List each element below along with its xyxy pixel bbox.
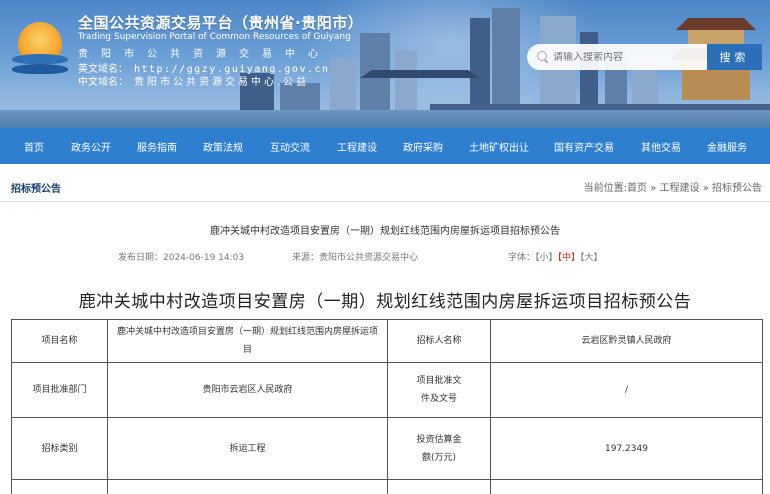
nav-item-gov-affairs[interactable]: 政务公开 (71, 139, 111, 154)
site-domain-cn: 中文域名： 贵阳市公共资源交易中心.公益 (78, 73, 309, 88)
site-logo[interactable] (10, 20, 70, 80)
nav-item-procurement[interactable]: 政府采购 (403, 139, 443, 154)
nav-item-service-guide[interactable]: 服务指南 (137, 139, 177, 154)
search-box (527, 44, 709, 70)
info-table: 项目名称 鹿冲关城中村改造项目安置房（一期）规划红线范围内房屋拆运项目 招标人名… (11, 319, 763, 494)
font-small-button[interactable]: 【小】 (535, 253, 558, 263)
table-cell-empty (490, 479, 763, 494)
table-cell-label: 投资估算金额(万元) (387, 417, 491, 480)
site-subtitle-en: Trading Supervision Portal of Common Res… (78, 32, 351, 42)
banner-water (0, 110, 770, 128)
font-size-selector: 字体：【小】【中】【大】 (508, 250, 603, 263)
font-medium-button[interactable]: 【中】 (558, 253, 581, 263)
table-row: 项目名称 鹿冲关城中村改造项目安置房（一期）规划红线范围内房屋拆运项目 招标人名… (11, 319, 763, 363)
nav-item-home[interactable]: 首页 (24, 139, 44, 154)
page-title: 鹿冲关城中村改造项目安置房（一期）规划红线范围内房屋拆运项目招标预公告 (78, 292, 692, 312)
table-cell-value: 197.2349 (490, 417, 763, 480)
site-org-name: 贵阳市公共资源交易中心 (78, 49, 331, 60)
pavilion-roof (676, 18, 756, 30)
domain-cn-label: 中文域名： (78, 77, 128, 88)
table-cell-label: 项目批准部门 (11, 362, 108, 418)
nav-item-finance[interactable]: 金融服务 (707, 139, 747, 154)
table-cell-value: 云岩区黔灵镇人民政府 (490, 319, 763, 363)
font-large-button[interactable]: 【大】 (580, 253, 603, 263)
table-cell-value: 贵阳市云岩区人民政府 (107, 362, 388, 418)
breadcrumb-bar: 招标预公告 当前位置:首页 » 工程建设 » 招标预公告 (0, 164, 770, 202)
search-button[interactable]: 搜索 (707, 44, 762, 70)
header-banner: 全国公共资源交易平台（贵州省·贵阳市） Trading Supervision … (0, 0, 770, 128)
table-cell-empty (387, 479, 491, 494)
banner-pagoda-roof (360, 70, 480, 78)
breadcrumb[interactable]: 当前位置:首页 » 工程建设 » 招标预公告 (584, 179, 762, 194)
table-cell-label: 项目名称 (11, 319, 108, 363)
main-nav: 首页 政务公开 服务指南 政策法规 互动交流 工程建设 政府采购 土地矿权出让 … (0, 128, 770, 164)
article-title: 鹿冲关城中村改造项目安置房（一期）规划红线范围内房屋拆运项目招标预公告 (210, 226, 560, 237)
nav-item-policy[interactable]: 政策法规 (203, 139, 243, 154)
logo-wave-icon (12, 54, 68, 64)
nav-item-interaction[interactable]: 互动交流 (270, 139, 310, 154)
logo-wave-icon (12, 64, 68, 74)
table-row: 项目批准部门 贵阳市云岩区人民政府 项目批准文件及文号 / (11, 362, 763, 418)
nav-item-state-assets[interactable]: 国有资产交易 (554, 139, 614, 154)
domain-cn-value: 贵阳市公共资源交易中心.公益 (134, 77, 310, 88)
nav-item-land-mining[interactable]: 土地矿权出让 (469, 139, 529, 154)
table-row: 招标类别 拆运工程 投资估算金额(万元) 197.2349 (11, 417, 763, 480)
article-source: 来源：贵阳市公共资源交易中心 (292, 253, 419, 263)
table-cell-label: 项目批准文件及文号 (387, 362, 491, 418)
table-cell-empty (11, 479, 108, 494)
table-cell-label: 招标类别 (11, 417, 108, 480)
table-cell-empty (107, 479, 388, 494)
search-input[interactable] (553, 51, 703, 63)
table-cell-value: / (490, 362, 763, 418)
search-icon (537, 51, 549, 63)
table-cell-label: 招标人名称 (387, 319, 491, 363)
section-title: 招标预公告 (11, 184, 61, 195)
site-title: 全国公共资源交易平台（贵州省·贵阳市） (78, 14, 364, 32)
table-row (11, 479, 763, 494)
font-size-label: 字体： (508, 253, 536, 263)
table-cell-value: 拆运工程 (107, 417, 388, 480)
publish-date: 发布日期：2024-06-19 14:03 (118, 253, 245, 263)
table-cell-value: 鹿冲关城中村改造项目安置房（一期）规划红线范围内房屋拆运项目 (107, 319, 388, 363)
nav-item-other-trade[interactable]: 其他交易 (641, 139, 681, 154)
nav-item-engineering[interactable]: 工程建设 (337, 139, 377, 154)
